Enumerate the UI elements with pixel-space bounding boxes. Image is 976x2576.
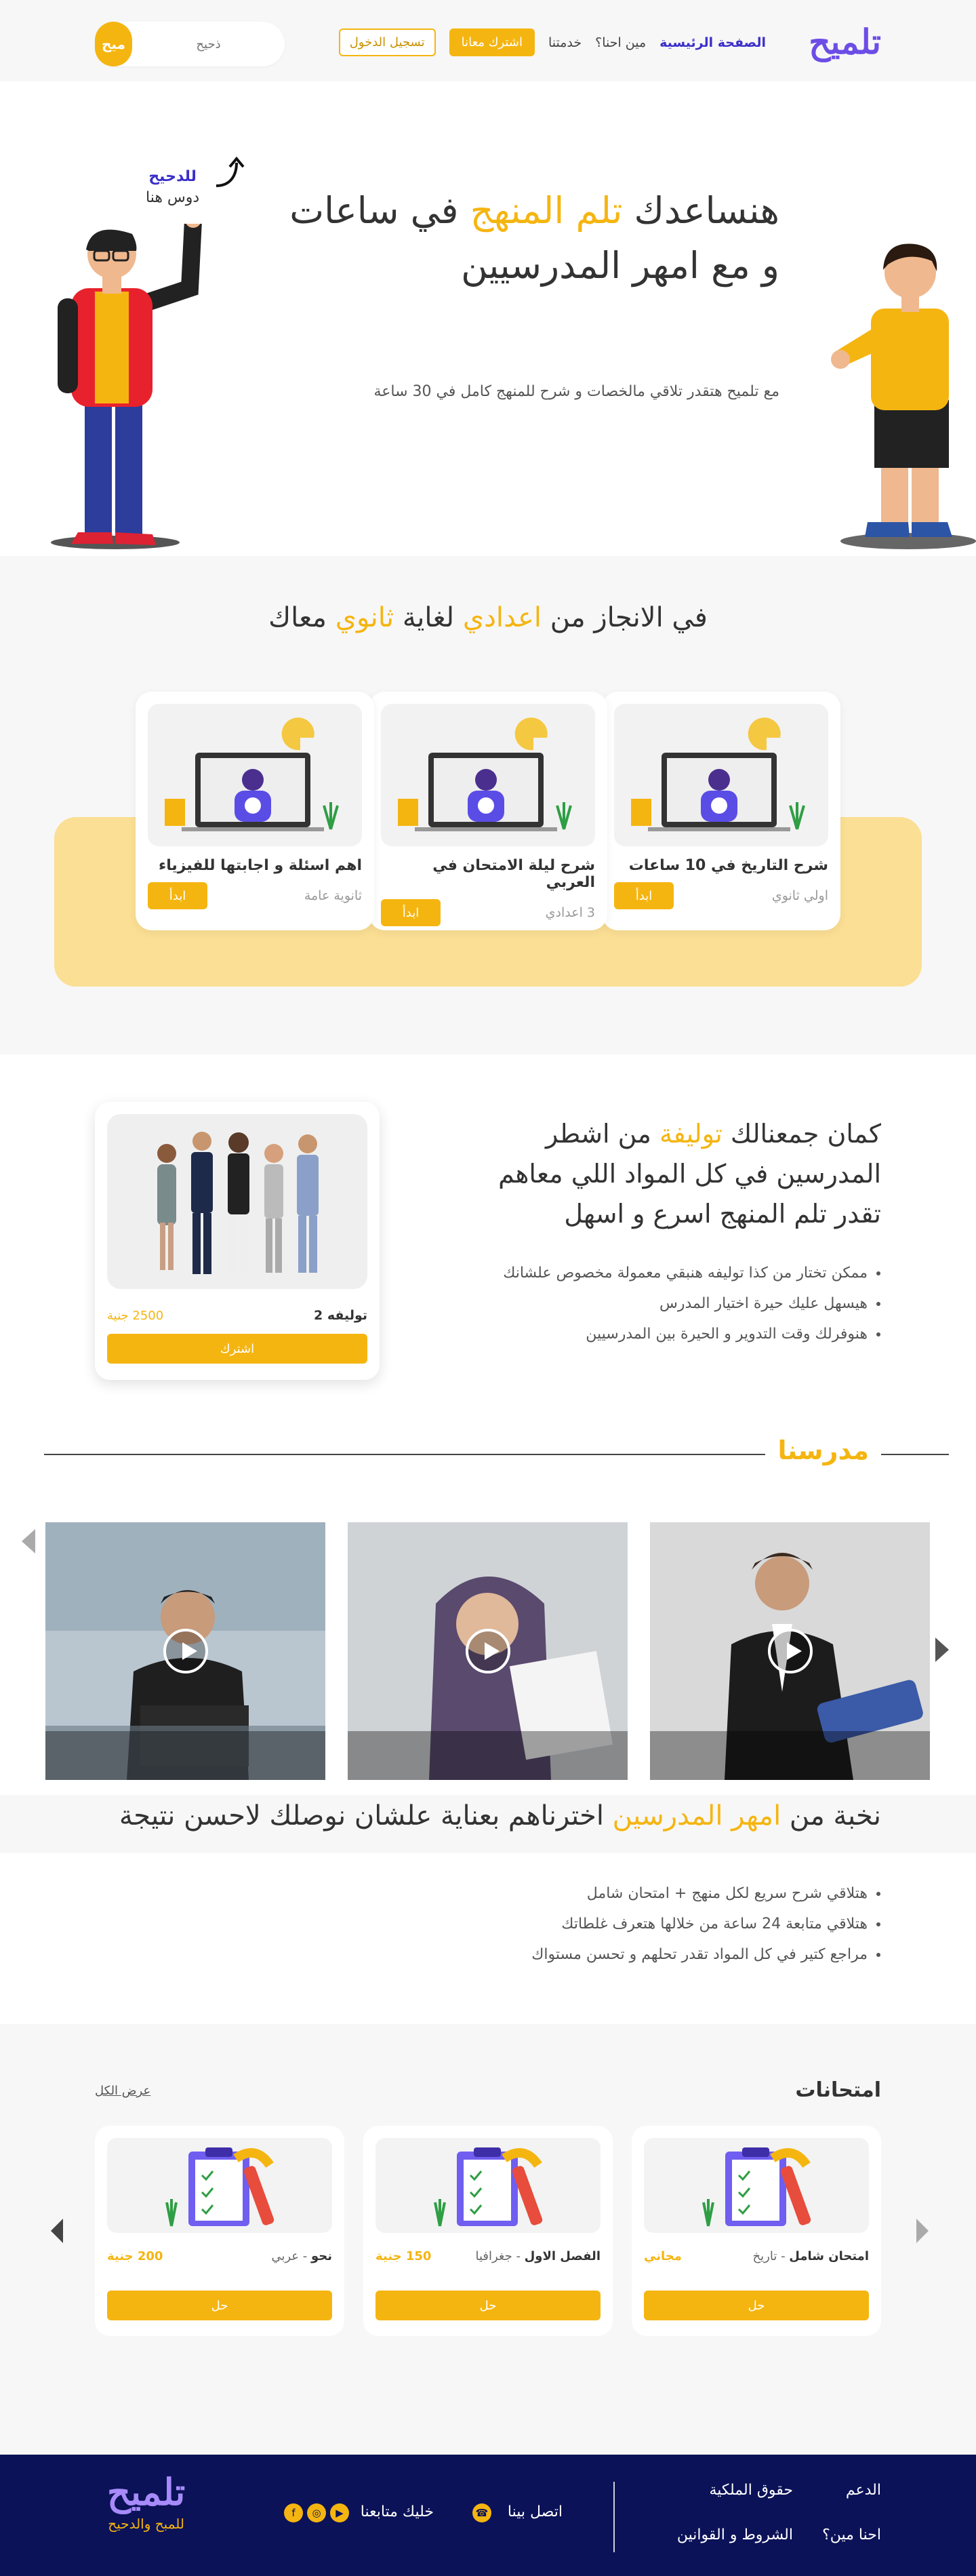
- solve-exam-button[interactable]: حل: [107, 2291, 332, 2320]
- exam-thumbnail: [375, 2138, 601, 2233]
- course-level: ثانوية عامة: [304, 888, 362, 903]
- subscribe-bundle-button[interactable]: اشترك: [107, 1334, 367, 1364]
- teacher-video-card[interactable]: [650, 1522, 930, 1780]
- student-character-right: [831, 243, 976, 549]
- start-course-button[interactable]: ابدأ: [148, 882, 207, 909]
- play-icon[interactable]: [465, 1629, 510, 1673]
- solve-exam-button[interactable]: حل: [375, 2291, 601, 2320]
- course-thumbnail: [381, 704, 595, 846]
- facebook-icon[interactable]: f: [284, 2503, 303, 2522]
- prev-arrow-icon[interactable]: [22, 1529, 35, 1553]
- list-item: هيسهل عليك حيرة اختيار المدرس: [503, 1295, 868, 1312]
- play-icon[interactable]: [163, 1629, 208, 1673]
- exam-thumbnail: [644, 2138, 869, 2233]
- contact-link[interactable]: اتصل بينا: [508, 2503, 563, 2520]
- bundle-section: كمان جمعنالك توليفة من اشطر المدرسين في …: [0, 1054, 976, 1407]
- course-card[interactable]: شرح التاريخ في 10 ساعات اولي ثانوي ابدأ: [602, 692, 840, 930]
- teachers-title: مدرسنا: [765, 1435, 881, 1465]
- course-card[interactable]: اهم اسئلة و اجابتها للفيزياء ثانوية عامة…: [136, 692, 374, 930]
- start-course-button[interactable]: ابدأ: [614, 882, 674, 909]
- hero-section: هنساعدك تلم المنهج في ساعات و مع امهر ال…: [0, 81, 976, 556]
- bundle-price: 2500 جنية: [107, 1308, 164, 1323]
- stages-title: في الانجاز من اعدادي لغاية ثانوي معاك: [268, 602, 708, 633]
- exams-section: امتحانات عرض الكل امتحان شامل - تاريخ مج…: [0, 2024, 976, 2404]
- course-title: اهم اسئلة و اجابتها للفيزياء: [158, 857, 362, 874]
- instagram-icon[interactable]: ◎: [307, 2503, 326, 2522]
- hint-line1: للدحيح: [148, 168, 197, 185]
- course-title: شرح التاريخ في 10 ساعات: [628, 857, 828, 874]
- exam-thumbnail: [107, 2138, 332, 2233]
- stages-section: في الانجاز من اعدادي لغاية ثانوي معاك شر…: [0, 556, 976, 1054]
- subscribe-button[interactable]: اشترك معانا: [449, 28, 535, 56]
- exam-name: امتحان شامل - تاريخ: [752, 2249, 869, 2263]
- exams-title: امتحانات: [795, 2078, 881, 2102]
- exam-card[interactable]: الفصل الاول - جغرافيا 150 جنية حل: [363, 2126, 613, 2336]
- search-button[interactable]: ميح: [95, 22, 132, 66]
- course-thumbnail: [148, 704, 362, 846]
- course-title: شرح ليلة الامتحان في العربي: [432, 857, 595, 891]
- exam-price: مجاني: [644, 2249, 682, 2263]
- footer-divider: [613, 2482, 615, 2552]
- view-all-link[interactable]: عرض الكل: [95, 2084, 150, 2098]
- prev-arrow-icon[interactable]: [51, 2219, 63, 2243]
- exam-name: الفصل الاول - جغرافيا: [475, 2249, 601, 2263]
- footer-link-copyright[interactable]: حقوق الملكية: [709, 2482, 793, 2499]
- course-card[interactable]: شرح ليلة الامتحان في العربي 3 اعدادي ابد…: [369, 692, 607, 930]
- course-level: اولي ثانوي: [771, 888, 828, 903]
- list-item: هتلاقي شرح سريع لكل منهج + امتحان شامل: [531, 1885, 868, 1902]
- hint-line2: دوس هنا: [146, 189, 200, 206]
- list-item: مراجع كتير في كل المواد تقدر تحلهم و تحس…: [531, 1946, 868, 1963]
- start-course-button[interactable]: ابدأ: [381, 899, 441, 926]
- site-logo[interactable]: تلميح: [809, 22, 882, 62]
- footer-link-terms[interactable]: الشروط و القوانين: [677, 2527, 793, 2543]
- teachers-section: مدرسنا: [0, 1407, 976, 1787]
- list-item: هنوفرلك وقت التدوير و الحيرة بين المدرسي…: [503, 1326, 868, 1343]
- teachers-group-photo: [107, 1114, 367, 1289]
- footer-tagline: للمبح والدحيح: [108, 2516, 184, 2532]
- nav-services[interactable]: خدمتنا: [548, 35, 582, 50]
- follow-us-label: خليك متابعنا: [360, 2503, 434, 2520]
- login-button[interactable]: تسجيل الدخول: [338, 28, 436, 56]
- course-thumbnail: [614, 704, 828, 846]
- exam-price: 200 جنية: [107, 2249, 163, 2263]
- bundle-benefits-list: ممكن تختار من كذا توليفه هنبقي معمولة مخ…: [503, 1265, 868, 1356]
- bundle-name: توليفه 2: [314, 1308, 367, 1323]
- bundle-card[interactable]: توليفه 2 2500 جنية اشترك: [95, 1102, 380, 1380]
- teacher-video-card[interactable]: [348, 1522, 628, 1780]
- exam-price: 150 جنية: [375, 2249, 432, 2263]
- course-level: 3 اعدادي: [545, 905, 595, 920]
- solve-exam-button[interactable]: حل: [644, 2291, 869, 2320]
- next-arrow-icon[interactable]: [935, 1638, 949, 1662]
- phone-icon: ☎: [472, 2503, 491, 2522]
- teacher-video-card[interactable]: [45, 1522, 325, 1780]
- youtube-icon[interactable]: ▶: [330, 2503, 349, 2522]
- list-item: هتلاقي متابعة 24 ساعة من خلالها هتعرف غل…: [531, 1916, 868, 1933]
- exam-card[interactable]: نحو - عربي 200 جنية حل: [95, 2126, 344, 2336]
- hero-title: هنساعدك تلم المنهج في ساعات و مع امهر ال…: [289, 189, 779, 287]
- elite-title: نخبة من امهر المدرسين اخترناهم بعناية عل…: [119, 1800, 881, 1831]
- hero-subtitle: مع تلميح هتقدر تلاقي مالخصات و شرح للمنه…: [373, 383, 779, 400]
- site-footer: الدعم حقوق الملكية احنا مين؟ الشروط و ال…: [0, 2455, 976, 2576]
- nav-about[interactable]: مين احنا؟: [595, 35, 646, 50]
- elite-section: نخبة من امهر المدرسين اخترناهم بعناية عل…: [0, 1787, 976, 2024]
- list-item: ممكن تختار من كذا توليفه هنبقي معمولة مخ…: [503, 1265, 868, 1282]
- footer-link-support[interactable]: الدعم: [846, 2482, 881, 2499]
- student-character-left: [51, 224, 202, 549]
- elite-features-list: هتلاقي شرح سريع لكل منهج + امتحان شامل ه…: [531, 1885, 868, 1977]
- main-nav: الصفحة الرئيسية مين احنا؟ خدمتنا اشترك م…: [338, 28, 766, 56]
- exam-name: نحو - عربي: [271, 2249, 332, 2263]
- footer-link-about[interactable]: احنا مين؟: [822, 2527, 881, 2543]
- footer-logo[interactable]: تلميح للمبح والدحيح: [107, 2474, 185, 2532]
- play-icon[interactable]: [767, 1629, 813, 1673]
- exam-card[interactable]: امتحان شامل - تاريخ مجاني حل: [632, 2126, 881, 2336]
- bundle-title: كمان جمعنالك توليفة من اشطر المدرسين في …: [498, 1119, 881, 1229]
- dahih-hint[interactable]: للدحيح دوس هنا: [146, 168, 199, 206]
- site-header: تلميح الصفحة الرئيسية مين احنا؟ خدمتنا ا…: [0, 0, 976, 81]
- search-bar: ميح: [95, 22, 285, 66]
- search-input[interactable]: [132, 37, 285, 52]
- curved-arrow-icon: [216, 156, 245, 187]
- next-arrow-icon[interactable]: [916, 2219, 929, 2243]
- nav-home[interactable]: الصفحة الرئيسية: [659, 35, 766, 50]
